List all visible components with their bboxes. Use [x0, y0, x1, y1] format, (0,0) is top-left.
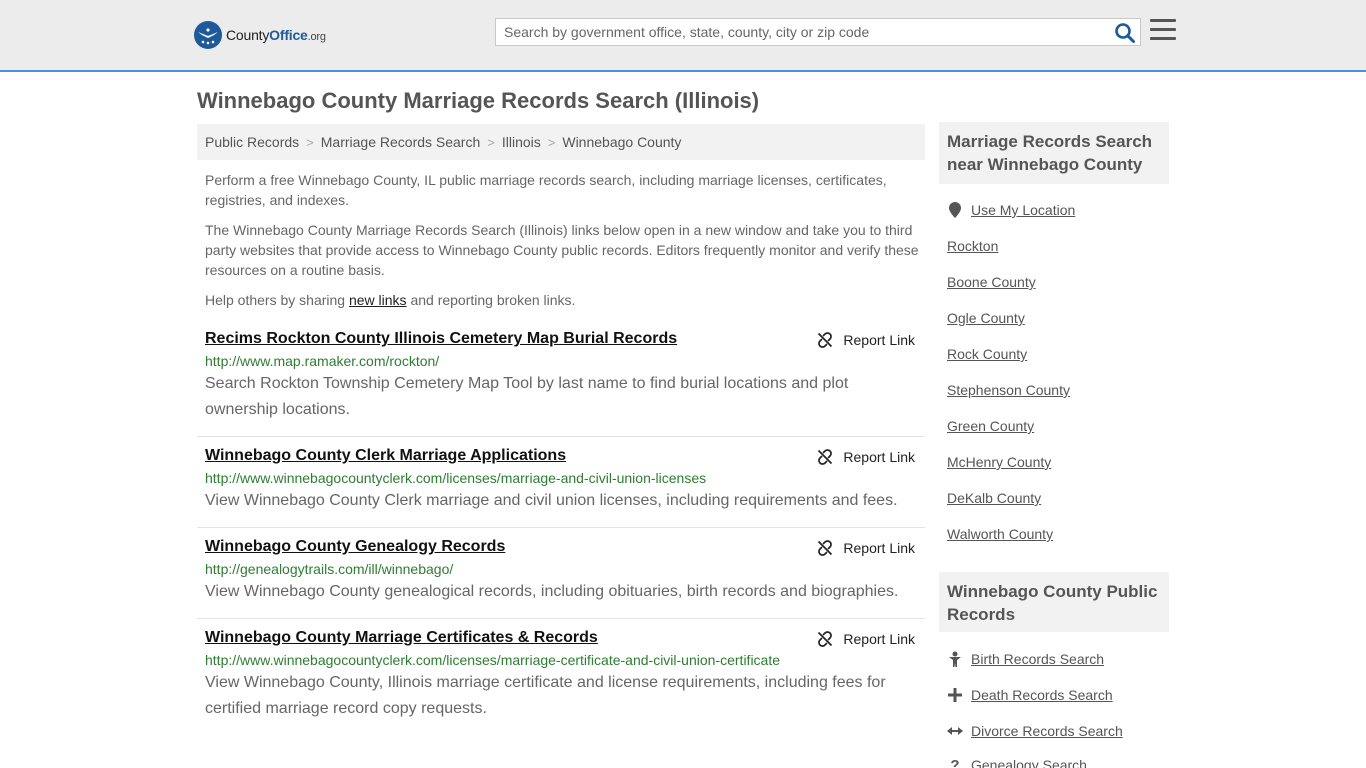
genealogy-search-link[interactable]: ? Genealogy Search	[947, 757, 1087, 768]
broken-link-icon	[818, 332, 833, 348]
intro-paragraph-1: Perform a free Winnebago County, IL publ…	[205, 172, 887, 208]
result-item: Winnebago County Marriage Certificates &…	[197, 629, 925, 722]
question-icon: ?	[950, 756, 960, 768]
sidebar-nearby-link[interactable]: Boone County	[947, 274, 1036, 290]
hamburger-menu-icon[interactable]	[1150, 19, 1176, 43]
site-logo[interactable]: CountyOffice.org	[194, 20, 326, 50]
result-divider	[197, 527, 925, 528]
breadcrumb-public-records[interactable]: Public Records	[205, 134, 299, 150]
sidebar-nearby-link[interactable]: Rock County	[947, 346, 1027, 362]
birth-records-link[interactable]: Birth Records Search	[947, 651, 1104, 667]
eagle-logo-icon	[194, 21, 222, 49]
breadcrumb-marriage-records-search[interactable]: Marriage Records Search	[321, 134, 481, 150]
result-title-link[interactable]: Winnebago County Genealogy Records	[205, 538, 505, 556]
sidebar-nearby-heading: Marriage Records Search near Winnebago C…	[939, 122, 1169, 184]
sidebar-nearby-link[interactable]: Ogle County	[947, 310, 1025, 326]
report-link-button[interactable]: Report Link	[817, 332, 915, 348]
split-arrows-icon	[947, 723, 963, 739]
report-link-button[interactable]: Report Link	[817, 540, 915, 556]
result-item: Winnebago County Genealogy Records Repor…	[197, 538, 925, 605]
page-title: Winnebago County Marriage Records Search…	[197, 88, 760, 113]
breadcrumb-separator-icon: >	[306, 134, 314, 150]
breadcrumb-separator-icon: >	[547, 134, 556, 150]
search-icon	[1115, 23, 1135, 43]
result-url[interactable]: http://www.map.ramaker.com/rockton/	[205, 353, 925, 369]
sidebar-nearby-link[interactable]: Green County	[947, 418, 1034, 434]
search-input[interactable]	[496, 19, 1106, 45]
result-title-link[interactable]: Winnebago County Marriage Certificates &…	[205, 629, 598, 647]
search-box	[495, 18, 1141, 46]
result-description: View Winnebago County, Illinois marriage…	[205, 674, 886, 717]
result-item: Winnebago County Clerk Marriage Applicat…	[197, 447, 925, 514]
intro-paragraph-3: Help others by sharing new links and rep…	[205, 292, 576, 308]
result-description: Search Rockton Township Cemetery Map Too…	[205, 375, 849, 418]
logo-text: CountyOffice.org	[226, 27, 326, 43]
top-header: CountyOffice.org	[0, 0, 1366, 72]
sidebar-nearby-link[interactable]: McHenry County	[947, 454, 1051, 470]
broken-link-icon	[818, 540, 833, 556]
report-link-button[interactable]: Report Link	[817, 449, 915, 465]
search-button[interactable]	[1114, 22, 1136, 44]
breadcrumb-separator-icon: >	[487, 134, 495, 150]
result-divider	[197, 618, 925, 619]
new-links-link[interactable]: new links	[349, 292, 407, 308]
divorce-records-link[interactable]: Divorce Records Search	[947, 723, 1123, 739]
breadcrumb-winnebago-county[interactable]: Winnebago County	[562, 134, 681, 150]
report-link-button[interactable]: Report Link	[817, 631, 915, 647]
breadcrumb: Public Records > Marriage Records Search…	[197, 124, 925, 160]
broken-link-icon	[818, 631, 833, 647]
use-my-location-link[interactable]: Use My Location	[947, 202, 1075, 218]
sidebar-nearby-link[interactable]: Rockton	[947, 238, 998, 254]
sidebar-nearby-link[interactable]: Walworth County	[947, 526, 1053, 542]
sidebar-nearby-link[interactable]: DeKalb County	[947, 490, 1041, 506]
baby-icon	[947, 651, 963, 667]
result-title-link[interactable]: Recims Rockton County Illinois Cemetery …	[205, 330, 677, 348]
result-url[interactable]: http://genealogytrails.com/ill/winnebago…	[205, 561, 925, 577]
broken-link-icon	[818, 449, 833, 465]
result-item: Recims Rockton County Illinois Cemetery …	[197, 330, 925, 423]
cross-icon	[947, 687, 963, 703]
result-url[interactable]: http://www.winnebagocountyclerk.com/lice…	[205, 470, 925, 486]
sidebar-public-records-heading: Winnebago County Public Records	[939, 572, 1169, 632]
result-description: View Winnebago County Clerk marriage and…	[205, 492, 898, 509]
result-divider	[197, 436, 925, 437]
result-url[interactable]: http://www.winnebagocountyclerk.com/lice…	[205, 652, 925, 668]
sidebar-nearby-link[interactable]: Stephenson County	[947, 382, 1070, 398]
result-title-link[interactable]: Winnebago County Clerk Marriage Applicat…	[205, 447, 566, 465]
intro-paragraph-2: The Winnebago County Marriage Records Se…	[205, 222, 919, 278]
death-records-link[interactable]: Death Records Search	[947, 687, 1113, 703]
breadcrumb-illinois[interactable]: Illinois	[502, 134, 541, 150]
result-description: View Winnebago County genealogical recor…	[205, 583, 899, 600]
map-pin-icon	[947, 202, 963, 218]
